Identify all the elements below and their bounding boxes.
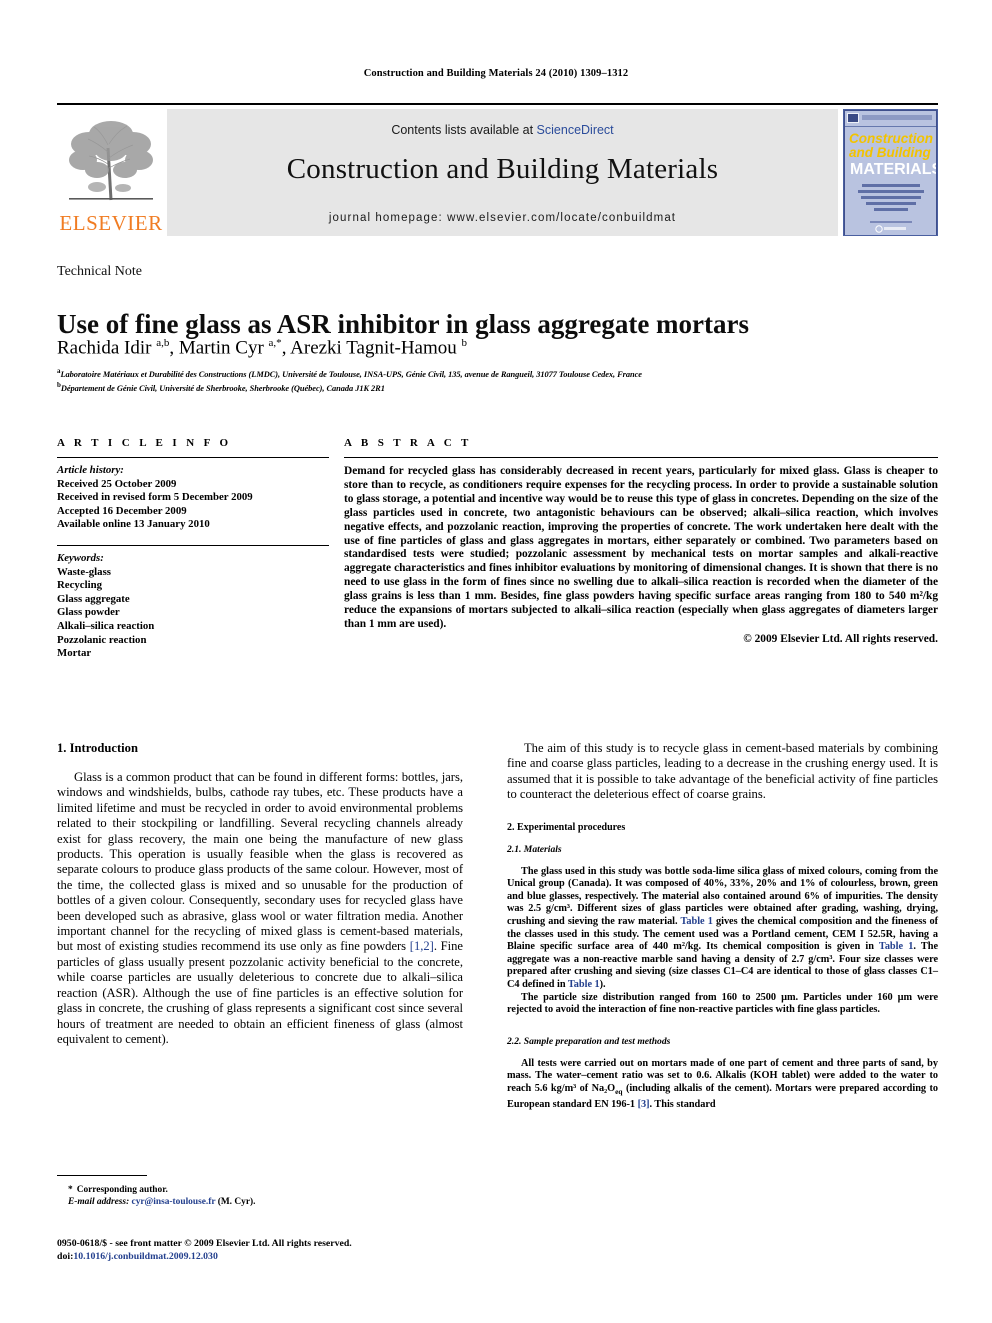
journal-cover-thumbnail: Construction and Building MATERIALS: [843, 109, 938, 236]
affiliation-a: aLaboratoire Matériaux et Durabilité des…: [57, 367, 642, 379]
article-info-column: A R T I C L E I N F O Article history: R…: [57, 437, 329, 661]
keyword-item: Recycling: [57, 579, 102, 592]
journal-article-page: Construction and Building Materials 24 (…: [0, 0, 992, 1323]
sample-text-c: . This standard: [649, 1098, 716, 1110]
table-1-link[interactable]: Table 1: [568, 979, 600, 990]
author-list: Rachida Idir a,b, Martin Cyr a,*, Arezki…: [57, 337, 468, 359]
materials-text-d: ).: [599, 978, 606, 990]
journal-homepage-link[interactable]: journal homepage: www.elsevier.com/locat…: [167, 212, 838, 224]
keyword-item: Alkali–silica reaction: [57, 619, 155, 632]
cover-artwork: Construction and Building MATERIALS: [844, 110, 937, 235]
sample-subscript-eq: eq: [615, 1086, 623, 1096]
history-item: Received in revised form 5 December 2009: [57, 491, 253, 504]
body-column-left: 1. Introduction Glass is a common produc…: [57, 741, 463, 1047]
article-info-heading: A R T I C L E I N F O: [57, 437, 232, 449]
section-heading-experimental: 2. Experimental procedures: [507, 821, 626, 833]
sciencedirect-link[interactable]: ScienceDirect: [537, 123, 614, 137]
table-1-link[interactable]: Table 1: [681, 916, 713, 927]
table-1-link[interactable]: Table 1: [879, 941, 913, 952]
section-heading-sample-prep: 2.2. Sample preparation and test methods: [507, 1035, 671, 1047]
abstract-text: Demand for recycled glass has considerab…: [344, 465, 938, 630]
intro-text-a: Glass is a common product that can be fo…: [57, 770, 463, 954]
history-item: Received 25 October 2009: [57, 477, 177, 490]
article-type-label: Technical Note: [57, 264, 142, 279]
abstract-heading: A B S T R A C T: [344, 437, 472, 449]
keywords-list: Waste-glass Recycling Glass aggregate Gl…: [57, 566, 329, 661]
abstract-copyright: © 2009 Elsevier Ltd. All rights reserved…: [743, 632, 938, 645]
elsevier-tree-icon: [69, 121, 153, 201]
doi-link[interactable]: 10.1016/j.conbuildmat.2009.12.030: [73, 1251, 218, 1262]
svg-text:and Building: and Building: [849, 145, 931, 160]
materials-paragraph-1: The glass used in this study was bottle …: [507, 866, 938, 992]
contents-available-line: Contents lists available at ScienceDirec…: [167, 123, 838, 137]
doi-line: doi:10.1016/j.conbuildmat.2009.12.030: [57, 1251, 497, 1264]
journal-title: Construction and Building Materials: [286, 153, 719, 185]
citation-ref-1-2[interactable]: [1,2]: [410, 939, 434, 953]
body-column-right: The aim of this study is to recycle glas…: [507, 741, 938, 1111]
article-history-list: Received 25 October 2009 Received in rev…: [57, 478, 329, 532]
keyword-item: Waste-glass: [57, 565, 111, 578]
history-item: Accepted 16 December 2009: [57, 504, 187, 517]
citation-ref-3[interactable]: [3]: [638, 1099, 650, 1110]
section-heading-introduction: 1. Introduction: [57, 741, 138, 755]
corresponding-author-line: * Corresponding author.: [57, 1184, 467, 1196]
keyword-item: Glass aggregate: [57, 592, 130, 605]
aim-paragraph: The aim of this study is to recycle glas…: [507, 741, 938, 802]
keyword-item: Mortar: [57, 647, 92, 660]
issn-copyright-block: 0950-0618/$ - see front matter © 2009 El…: [57, 1238, 497, 1264]
section-heading-materials: 2.1. Materials: [507, 843, 562, 855]
article-history-block: Article history: Received 25 October 200…: [57, 458, 329, 532]
journal-masthead: ELSEVIER Contents lists available at Sci…: [57, 103, 938, 236]
email-label: E-mail address:: [68, 1197, 130, 1208]
elsevier-wordmark: ELSEVIER: [59, 211, 163, 235]
intro-text-b: . Fine particles of glass usually presen…: [57, 939, 463, 1046]
running-head: Construction and Building Materials 24 (…: [363, 68, 629, 79]
keywords-label: Keywords:: [57, 551, 104, 564]
corresponding-author-text: Corresponding author.: [76, 1185, 168, 1195]
abstract-column: A B S T R A C T Demand for recycled glas…: [344, 437, 938, 645]
journal-banner: Contents lists available at ScienceDirec…: [167, 109, 838, 236]
materials-paragraph-2: The particle size distribution ranged fr…: [507, 991, 938, 1016]
contents-prefix: Contents lists available at: [391, 123, 537, 137]
email-owner: (M. Cyr).: [217, 1197, 256, 1208]
svg-text:MATERIALS: MATERIALS: [850, 161, 937, 178]
keywords-block: Keywords: Waste-glass Recycling Glass ag…: [57, 546, 329, 661]
footnote-block: * Corresponding author. E-mail address: c…: [57, 1184, 467, 1209]
article-history-label: Article history:: [57, 464, 124, 476]
keyword-item: Glass powder: [57, 606, 120, 619]
footnote-divider: [57, 1175, 147, 1176]
keyword-item: Pozzolanic reaction: [57, 633, 147, 646]
svg-text:Construction: Construction: [849, 131, 933, 146]
history-item: Available online 13 January 2010: [57, 518, 210, 531]
affiliations: aLaboratoire Matériaux et Durabilité des…: [57, 366, 947, 395]
intro-paragraph: Glass is a common product that can be fo…: [57, 770, 463, 1047]
email-link[interactable]: cyr@insa-toulouse.fr: [132, 1197, 216, 1207]
sample-prep-paragraph: All tests were carried out on mortars ma…: [507, 1058, 938, 1111]
issn-line: 0950-0618/$ - see front matter © 2009 El…: [57, 1238, 352, 1249]
affiliation-b: bDépartement de Génie Civil, Université …: [57, 381, 385, 394]
asterisk-icon: *: [68, 1185, 73, 1195]
email-line: E-mail address: cyr@insa-toulouse.fr (M.…: [57, 1196, 467, 1208]
doi-label: doi:: [57, 1250, 74, 1262]
elsevier-logo: ELSEVIER: [57, 109, 165, 236]
